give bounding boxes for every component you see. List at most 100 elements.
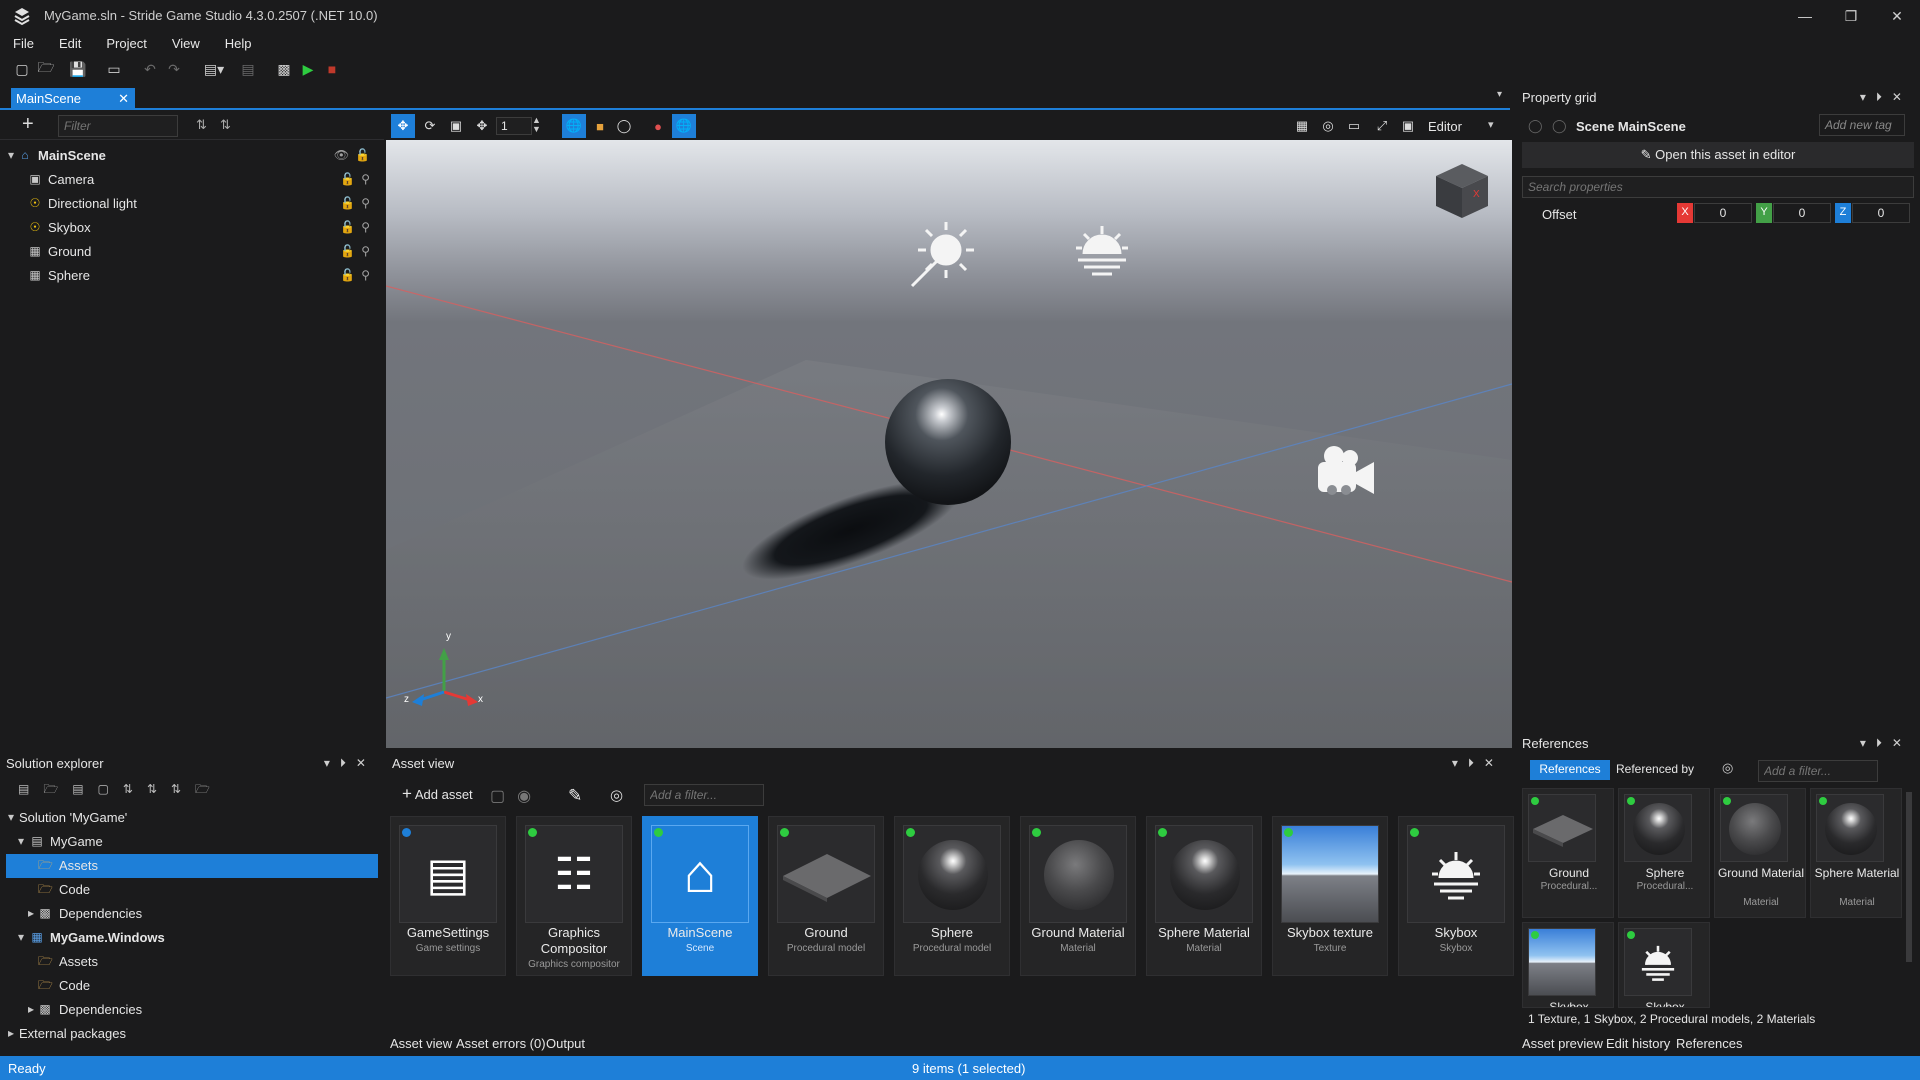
camera-settings-icon[interactable]: ▣ xyxy=(1396,114,1420,138)
close-tab-icon[interactable]: ✕ xyxy=(118,91,129,107)
tab-mainscene[interactable]: MainScene ✕ xyxy=(11,88,135,110)
back-icon[interactable]: ◯ xyxy=(1528,118,1543,134)
redo-icon[interactable]: ↷ xyxy=(164,59,184,79)
tab-output[interactable]: Output xyxy=(546,1036,585,1051)
references-filter-input[interactable] xyxy=(1758,760,1878,782)
asset-filter-input[interactable] xyxy=(644,784,764,806)
panel-controls-icons[interactable]: ▾⏵✕ xyxy=(324,756,376,771)
render-mode-label[interactable]: Editor xyxy=(1428,119,1462,134)
scene-viewport[interactable]: y x z X xyxy=(386,140,1512,748)
frame-icon[interactable]: ▭ xyxy=(1342,114,1366,138)
tab-referenced-by[interactable]: Referenced by xyxy=(1616,762,1694,776)
reference-card-skybox[interactable]: Skybox xyxy=(1618,922,1710,1008)
references-scrollbar[interactable] xyxy=(1906,792,1912,962)
grid-icon[interactable]: ▦ xyxy=(1290,114,1314,138)
collapse-arrow-icon[interactable]: ▾ xyxy=(14,834,28,848)
sphere-model[interactable] xyxy=(885,379,1011,505)
lock-search-icons[interactable]: 🔓⚲ xyxy=(340,196,376,210)
folder-item-selected[interactable]: 🗁 Assets xyxy=(6,854,378,878)
menu-file[interactable]: File xyxy=(0,33,46,55)
tree-item-skybox[interactable]: ☉ Skybox 🔓⚲ xyxy=(0,216,384,240)
tab-overflow-icon[interactable]: ▾ xyxy=(1497,89,1502,100)
tree-item-directional-light[interactable]: ☉ Directional light 🔓⚲ xyxy=(0,192,384,216)
open-folder-icon[interactable]: 🗁 xyxy=(36,59,56,79)
snap-icon[interactable]: ✥ xyxy=(470,114,494,138)
asset-card-ground-material[interactable]: Ground Material Material xyxy=(1020,816,1136,976)
tree-item-sphere[interactable]: ▦ Sphere 🔓⚲ xyxy=(0,264,384,288)
stop-icon[interactable]: ■ xyxy=(322,59,342,79)
menu-help[interactable]: Help xyxy=(212,33,264,55)
tree-item-mainscene[interactable]: ▾ ⌂ MainScene 👁🔓 xyxy=(0,144,384,168)
lock-search-icons[interactable]: 🔓⚲ xyxy=(340,172,376,186)
dependencies-item[interactable]: ▸ ▩ Dependencies xyxy=(0,902,384,926)
search-properties-input[interactable] xyxy=(1522,176,1914,198)
expand-arrow-icon[interactable]: ▸ xyxy=(24,1002,38,1016)
undo-icon[interactable]: ↶ xyxy=(140,59,160,79)
solution-toolbar-icons[interactable]: ▤🗁▤▢⇅⇅⇅🗁 xyxy=(18,780,224,801)
tab-asset-view[interactable]: Asset view xyxy=(390,1036,452,1051)
world-space-icon[interactable]: 🌐 xyxy=(562,114,586,138)
translate-gizmo-icon[interactable]: ✥ xyxy=(391,114,415,138)
collapse-all-icon[interactable]: ⇅ xyxy=(220,117,231,133)
focus-icon[interactable]: ◎ xyxy=(1316,114,1340,138)
build-config-icon[interactable]: ▤▾ xyxy=(204,59,224,79)
grid-toggle-icon[interactable]: 🌐 xyxy=(672,114,696,138)
offset-y-field[interactable]: 0 xyxy=(1773,203,1831,223)
offset-z-field[interactable]: 0 xyxy=(1852,203,1910,223)
reference-card-ground-material[interactable]: Ground Material Material xyxy=(1714,788,1806,918)
offset-x-field[interactable]: 0 xyxy=(1694,203,1752,223)
panel-controls-icons[interactable]: ▾⏵✕ xyxy=(1452,756,1504,771)
menu-project[interactable]: Project xyxy=(93,33,158,55)
folder-item[interactable]: 🗁 Code xyxy=(0,974,384,998)
asset-tool-icons[interactable]: ▢◉ xyxy=(490,786,543,806)
camera-space-icon[interactable]: ◯ xyxy=(612,114,636,138)
solution-item[interactable]: ▾ Solution 'MyGame' xyxy=(0,806,384,830)
play-icon[interactable]: ▶ xyxy=(298,59,318,79)
scene-filter-input[interactable] xyxy=(58,115,178,137)
reference-card-skybox-texture[interactable]: Skybox xyxy=(1522,922,1614,1008)
build-icon[interactable]: ▤ xyxy=(238,59,258,79)
view-options-icon[interactable]: ◎ xyxy=(1722,760,1733,776)
lock-search-icons[interactable]: 🔓⚲ xyxy=(340,244,376,258)
restore-icon[interactable]: ❐ xyxy=(1828,0,1874,33)
tab-asset-preview[interactable]: Asset preview xyxy=(1522,1036,1603,1051)
forward-icon[interactable]: ◯ xyxy=(1552,118,1567,134)
asset-card-graphics-compositor[interactable]: ☷ Graphics Compositor Graphics composito… xyxy=(516,816,632,976)
asset-card-sphere[interactable]: Sphere Procedural model xyxy=(894,816,1010,976)
save-icon[interactable]: 💾 xyxy=(68,59,88,79)
tree-item-camera[interactable]: ▣ Camera 🔓⚲ xyxy=(0,168,384,192)
render-mode-dropdown-icon[interactable]: ▾ xyxy=(1488,118,1494,131)
resize-icon[interactable]: ⤢ xyxy=(1370,114,1394,138)
expand-arrow-icon[interactable]: ▸ xyxy=(4,1026,18,1040)
project-item[interactable]: ▾ ▤ MyGame xyxy=(0,830,384,854)
tab-references-bottom[interactable]: References xyxy=(1676,1036,1742,1051)
view-options-icon[interactable]: ◎ xyxy=(610,786,623,804)
skybox-gizmo-icon[interactable] xyxy=(1076,226,1128,276)
window-icon[interactable]: ▭ xyxy=(104,59,124,79)
project-item[interactable]: ▾ ▦ MyGame.Windows xyxy=(0,926,384,950)
panel-controls-icons[interactable]: ▾⏵✕ xyxy=(1860,90,1912,105)
reference-card-ground[interactable]: Ground Procedural... xyxy=(1522,788,1614,918)
add-tag-input[interactable]: Add new tag xyxy=(1819,114,1905,136)
open-in-editor-button[interactable]: ✎ Open this asset in editor xyxy=(1522,142,1914,168)
local-space-icon[interactable]: ■ xyxy=(588,114,612,138)
asset-card-mainscene[interactable]: ⌂ MainScene Scene xyxy=(642,816,758,976)
panel-controls-icons[interactable]: ▾⏵✕ xyxy=(1860,736,1912,751)
tree-item-ground[interactable]: ▦ Ground 🔓⚲ xyxy=(0,240,384,264)
tab-references[interactable]: References xyxy=(1530,760,1610,780)
expand-all-icon[interactable]: ⇅ xyxy=(196,117,207,133)
material-icon[interactable]: ● xyxy=(646,114,670,138)
edit-pencil-icon[interactable]: ✎ xyxy=(568,786,582,806)
folder-item[interactable]: 🗁 Code xyxy=(0,878,384,902)
add-entity-icon[interactable]: + xyxy=(22,113,34,136)
package-icon[interactable]: ▩ xyxy=(274,59,294,79)
menu-edit[interactable]: Edit xyxy=(46,33,93,55)
asset-card-skybox-texture[interactable]: Skybox texture Texture xyxy=(1272,816,1388,976)
expand-arrow-icon[interactable]: ▸ xyxy=(24,906,38,920)
asset-card-ground[interactable]: Ground Procedural model xyxy=(768,816,884,976)
collapse-arrow-icon[interactable]: ▾ xyxy=(14,930,28,944)
menu-view[interactable]: View xyxy=(159,33,212,55)
asset-card-gamesettings[interactable]: ▤ GameSettings Game settings xyxy=(390,816,506,976)
collapse-arrow-icon[interactable]: ▾ xyxy=(4,810,18,824)
collapse-arrow-icon[interactable]: ▾ xyxy=(4,148,18,162)
